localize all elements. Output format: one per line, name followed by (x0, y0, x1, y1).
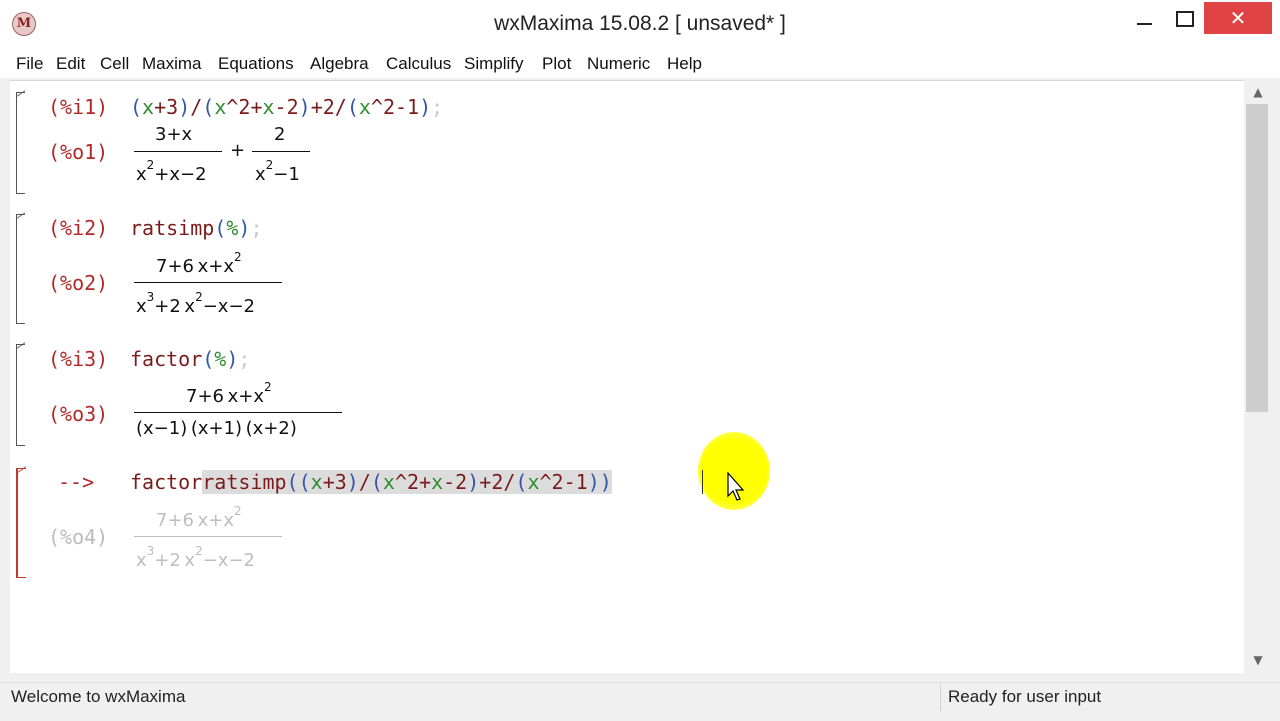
status-bar: Welcome to wxMaxima Ready for user input (0, 682, 1280, 721)
token: factor (130, 470, 203, 494)
numerator: 7+6 x+x2 (156, 250, 242, 277)
cell-bracket-2[interactable] (16, 212, 25, 324)
input-label-1: (%i1) (48, 95, 109, 119)
status-message: Welcome to wxMaxima (11, 687, 186, 706)
minimize-button[interactable] (1130, 6, 1158, 32)
input-expression-4[interactable]: factorratsimp((x+3)/(x^2+x-2)+2/(x^2-1)) (130, 470, 612, 494)
token: ( (346, 95, 359, 119)
menu-bar: File Edit Cell Maxima Equations Algebra … (0, 50, 1280, 78)
plus-operator: + (230, 140, 246, 161)
menu-equations[interactable]: Equations (218, 54, 294, 74)
title-bar: M wxMaxima 15.08.2 [ unsaved* ] ✕ (0, 0, 1280, 50)
numerator: 7+6 x+x2 (186, 380, 272, 407)
token: ; (250, 216, 263, 240)
token: ( (202, 95, 215, 119)
text-caret (702, 470, 703, 494)
token: x (214, 95, 227, 119)
token: ( (202, 347, 215, 371)
denominator: x3+2 x2−x−2 (136, 544, 255, 571)
input-label-3: (%i3) (48, 347, 109, 371)
denominator: x2−1 (255, 158, 300, 185)
window-title: wxMaxima 15.08.2 [ unsaved* ] (494, 12, 786, 35)
output-fraction-4: 7+6 x+x2 x3+2 x2−x−2 (134, 504, 284, 572)
output-fraction-1b: 2 x2−1 (252, 124, 312, 186)
token: factor (130, 347, 203, 371)
selected-text: ratsimp((x+3)/(x^2+x-2)+2/(x^2-1)) (202, 470, 612, 494)
numerator: 7+6 x+x2 (156, 504, 242, 531)
input-expression-2[interactable]: ratsimp(%); (130, 216, 262, 240)
scroll-down-icon[interactable]: ▼ (1250, 652, 1266, 668)
token: / (334, 95, 347, 119)
menu-edit[interactable]: Edit (56, 54, 85, 74)
input-expression-1[interactable]: (x+3)/(x^2+x-2)+2/(x^2-1); (130, 95, 443, 119)
menu-algebra[interactable]: Algebra (310, 54, 369, 74)
token: x (262, 95, 275, 119)
token: ^2-1 (370, 95, 420, 119)
menu-calculus[interactable]: Calculus (386, 54, 451, 74)
menu-numeric[interactable]: Numeric (587, 54, 650, 74)
denominator: x2+x−2 (136, 158, 207, 185)
close-button[interactable]: ✕ (1204, 2, 1272, 34)
status-divider (940, 685, 941, 711)
menu-help[interactable]: Help (667, 54, 702, 74)
token: ) (298, 95, 311, 119)
denominator: (x−1) (x+1) (x+2) (136, 418, 297, 439)
maximize-button[interactable] (1170, 6, 1198, 32)
output-label-2: (%o2) (48, 271, 109, 295)
cell-bracket-4-active[interactable] (16, 466, 26, 578)
token: x (358, 95, 371, 119)
token: ( (214, 216, 227, 240)
status-state: Ready for user input (948, 687, 1102, 706)
token: ) (238, 216, 251, 240)
token: ^2+ (226, 95, 263, 119)
scrollbar-thumb[interactable] (1246, 104, 1268, 412)
input-prompt-4: --> (58, 470, 95, 494)
menu-file[interactable]: File (16, 54, 43, 74)
token: ) (226, 347, 239, 371)
token: ) (178, 95, 191, 119)
menu-maxima[interactable]: Maxima (142, 54, 202, 74)
menu-plot[interactable]: Plot (542, 54, 571, 74)
cell-bracket-1[interactable] (16, 90, 25, 194)
menu-simplify[interactable]: Simplify (464, 54, 524, 74)
token: ; (431, 95, 444, 119)
output-label-3: (%o3) (48, 402, 109, 426)
token: -2 (274, 95, 299, 119)
token: ( (130, 95, 143, 119)
input-expression-3[interactable]: factor(%); (130, 347, 250, 371)
token: ; (238, 347, 251, 371)
output-fraction-1a: 3+x x2+x−2 (134, 124, 224, 186)
output-fraction-3: 7+6 x+x2 (x−1) (x+1) (x+2) (134, 380, 346, 442)
denominator: x3+2 x2−x−2 (136, 290, 255, 317)
cell-bracket-3[interactable] (16, 342, 25, 446)
numerator: 2 (274, 124, 286, 145)
token: ) (419, 95, 432, 119)
vertical-scrollbar[interactable]: ▲ ▼ (1244, 80, 1272, 672)
scroll-up-icon[interactable]: ▲ (1250, 84, 1266, 100)
token: +2 (310, 95, 335, 119)
numerator: 3+x (155, 124, 193, 145)
input-label-2: (%i2) (48, 216, 109, 240)
token: % (214, 347, 227, 371)
output-fraction-2: 7+6 x+x2 x3+2 x2−x−2 (134, 250, 284, 318)
output-label-1: (%o1) (48, 140, 109, 164)
token: x (142, 95, 155, 119)
token: ratsimp (130, 216, 215, 240)
menu-cell[interactable]: Cell (100, 54, 129, 74)
token: % (226, 216, 239, 240)
output-label-4: (%o4) (48, 525, 109, 549)
token: +3 (154, 95, 179, 119)
token: / (190, 95, 203, 119)
